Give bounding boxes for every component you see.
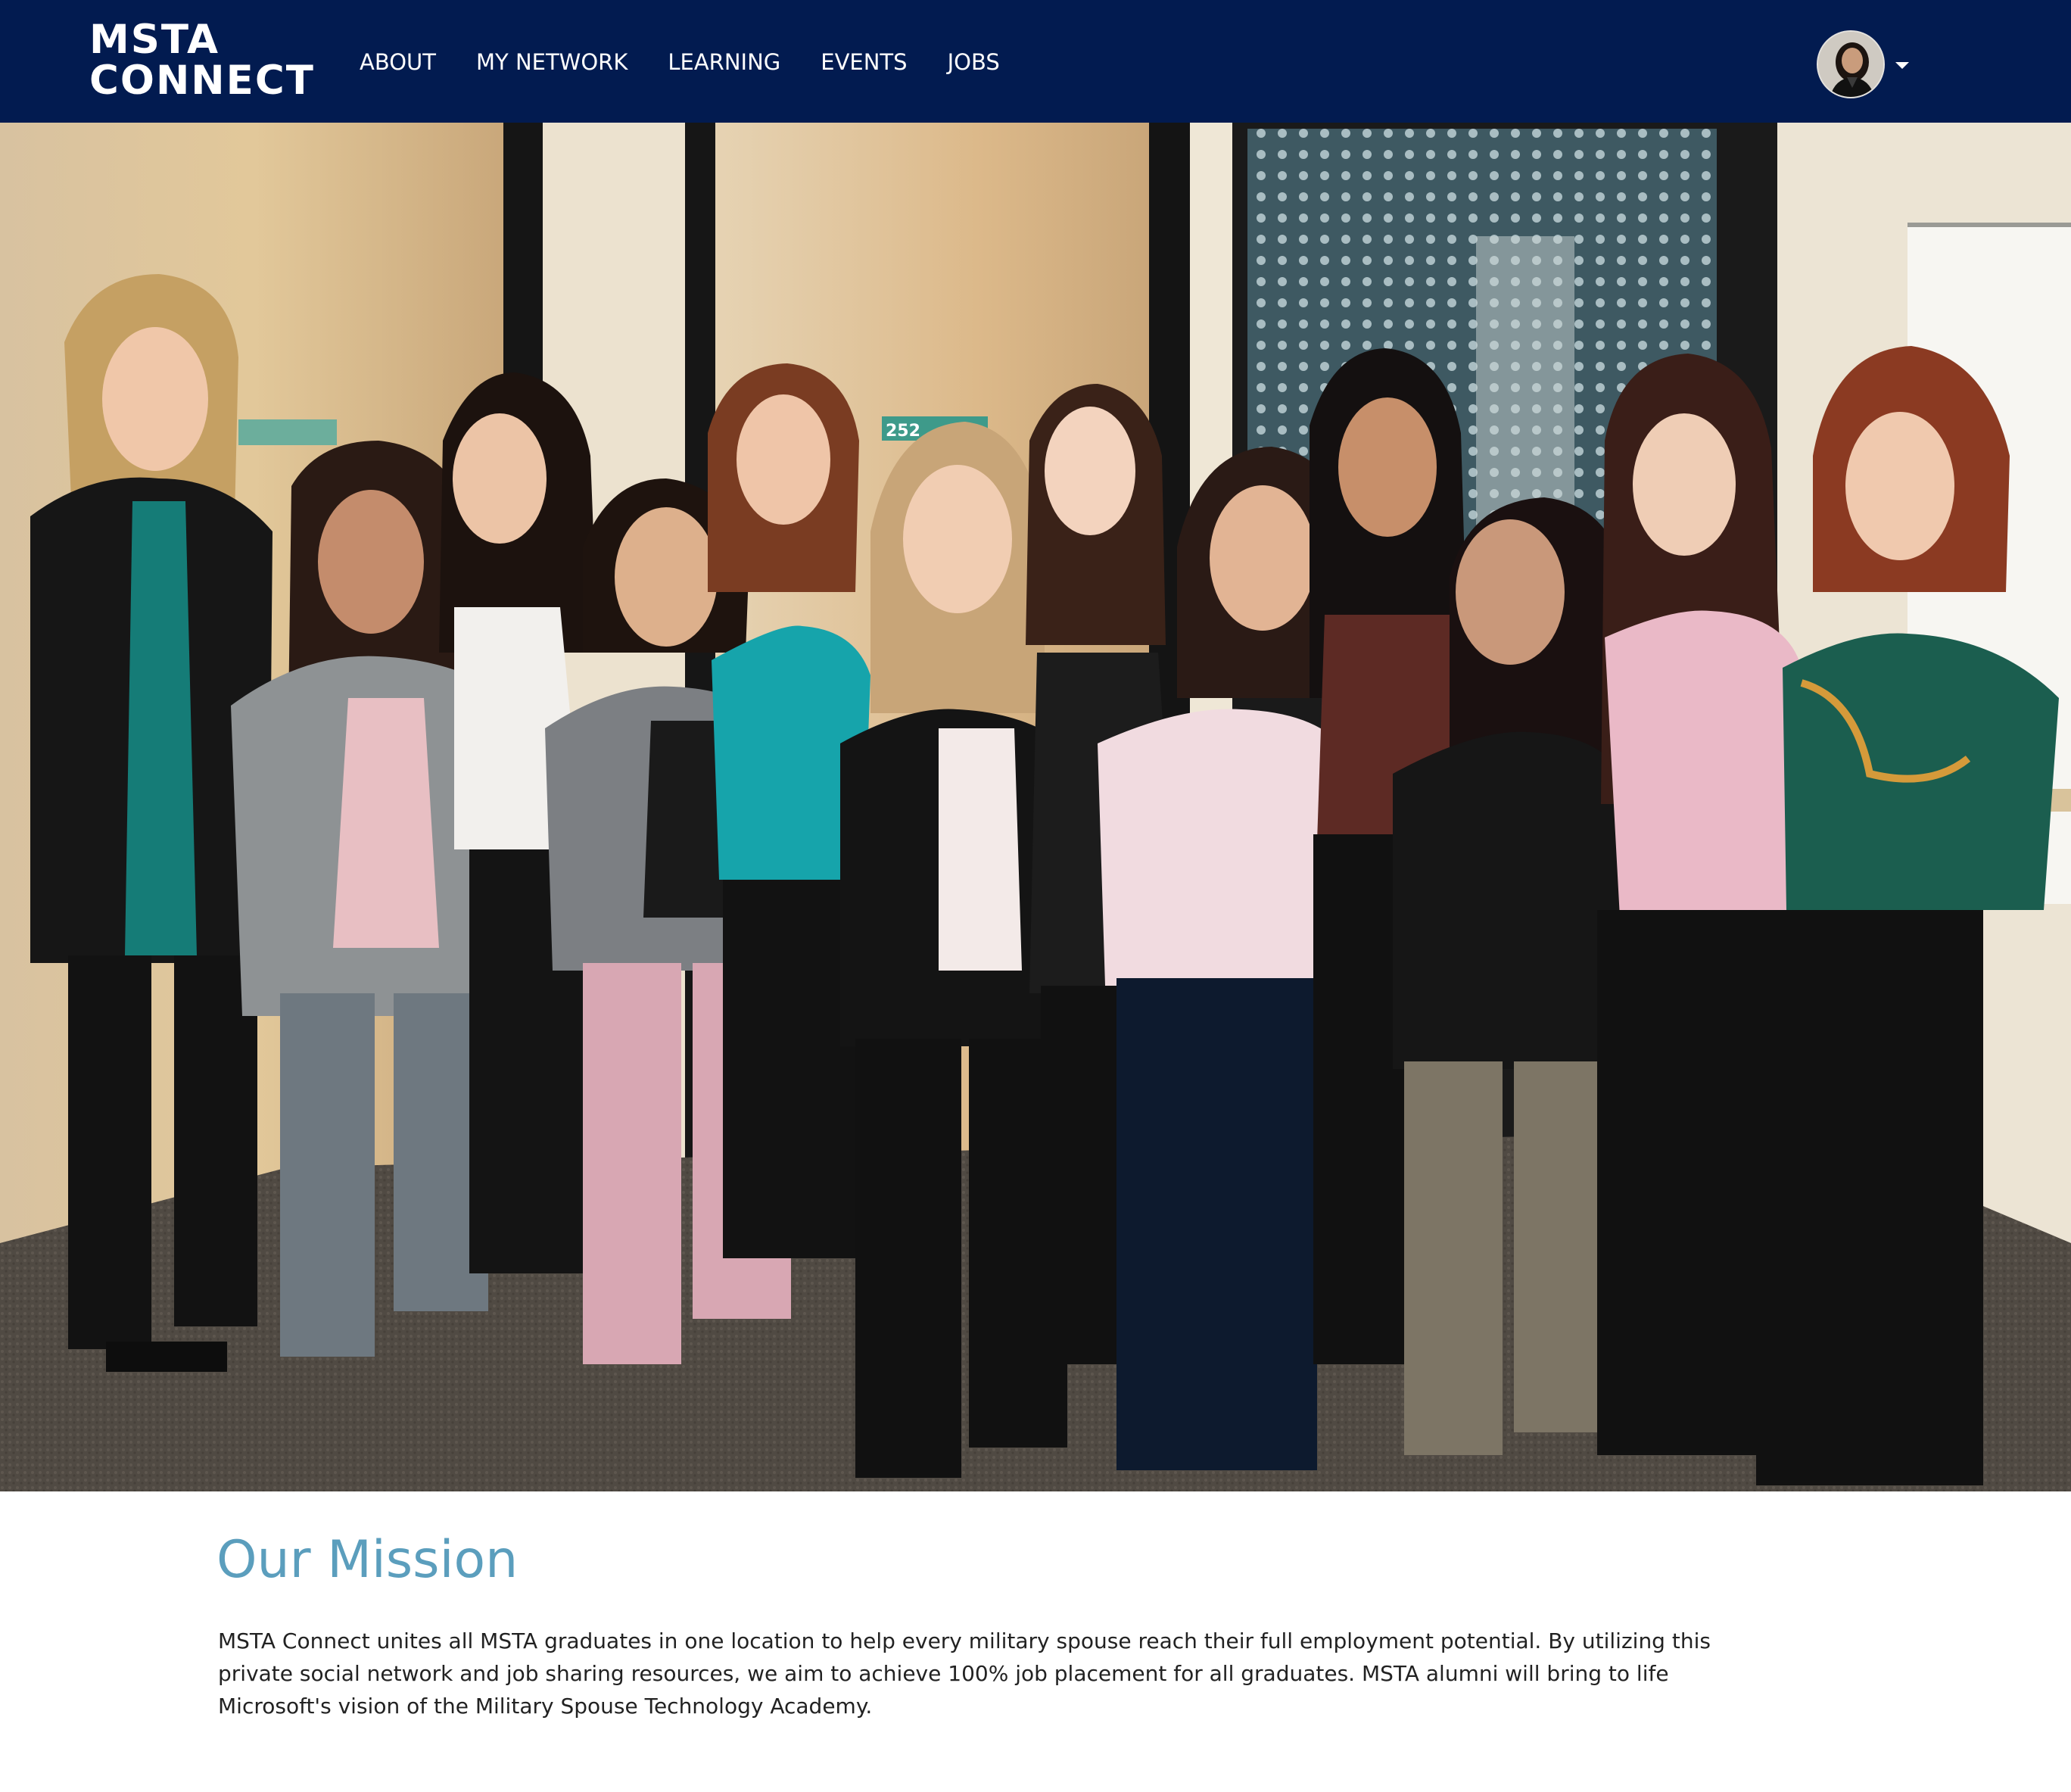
mission-heading: Our Mission (216, 1530, 519, 1590)
main-nav: ABOUT MY NETWORK LEARNING EVENTS JOBS (360, 44, 1040, 80)
user-avatar[interactable] (1817, 30, 1885, 98)
nav-item-about[interactable]: ABOUT (360, 44, 436, 80)
logo-line-1: MSTA (89, 17, 220, 63)
nav-item-events[interactable]: EVENTS (821, 44, 907, 80)
avatar-photo-icon (1818, 32, 1883, 97)
caret-down-icon[interactable] (1895, 62, 1909, 69)
mission-body: MSTA Connect unites all MSTA graduates i… (218, 1628, 1711, 1719)
site-logo[interactable]: MSTA CONNECT (89, 20, 315, 101)
room-number-sign: 252 (886, 422, 920, 441)
nav-item-my-network[interactable]: MY NETWORK (476, 44, 628, 80)
top-navbar: MSTA CONNECT ABOUT MY NETWORK LEARNING E… (0, 0, 2071, 123)
nav-item-learning[interactable]: LEARNING (668, 44, 780, 80)
team-photo-illustration: 252 (0, 123, 2071, 1491)
hero-team-photo: 252 (0, 123, 2071, 1491)
nav-item-jobs[interactable]: JOBS (948, 44, 1000, 80)
logo-line-2: CONNECT (89, 58, 315, 104)
